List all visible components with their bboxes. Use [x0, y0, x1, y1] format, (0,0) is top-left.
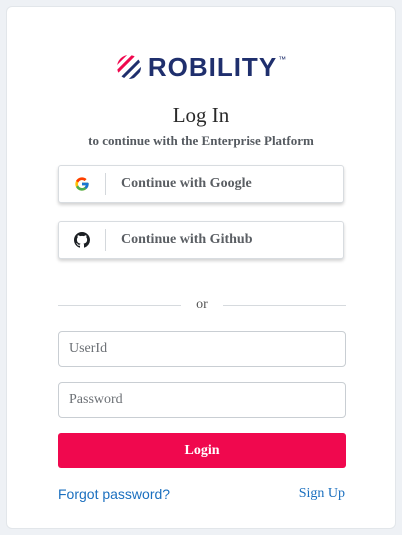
- userid-input[interactable]: [58, 331, 346, 367]
- or-divider: or: [58, 295, 346, 315]
- divider-text: or: [196, 297, 208, 312]
- trademark-symbol: ™: [278, 55, 287, 64]
- forgot-password-link[interactable]: Forgot password?: [58, 486, 170, 502]
- github-icon: [59, 222, 105, 258]
- page-title: Log In: [172, 103, 230, 127]
- password-input[interactable]: [58, 382, 346, 418]
- google-icon: [59, 166, 105, 202]
- sign-up-link[interactable]: Sign Up: [299, 486, 345, 502]
- page-subtitle: to continue with the Enterprise Platform: [88, 133, 314, 148]
- continue-with-google-button[interactable]: Continue with Google: [58, 165, 344, 203]
- divider-line-right: [223, 304, 346, 306]
- google-button-label: Continue with Google: [121, 176, 252, 191]
- button-separator: [105, 173, 106, 195]
- github-button-label: Continue with Github: [121, 232, 253, 247]
- brand-logo: ROBILITY ™: [7, 51, 395, 83]
- divider-line-left: [58, 304, 181, 306]
- login-card: ROBILITY ™ Log In to continue with the E…: [6, 6, 396, 529]
- login-button[interactable]: Login: [58, 433, 346, 468]
- brand-name: ROBILITY: [147, 52, 278, 82]
- continue-with-github-button[interactable]: Continue with Github: [58, 221, 344, 259]
- robility-logo-icon: [116, 55, 141, 79]
- button-separator: [105, 229, 106, 251]
